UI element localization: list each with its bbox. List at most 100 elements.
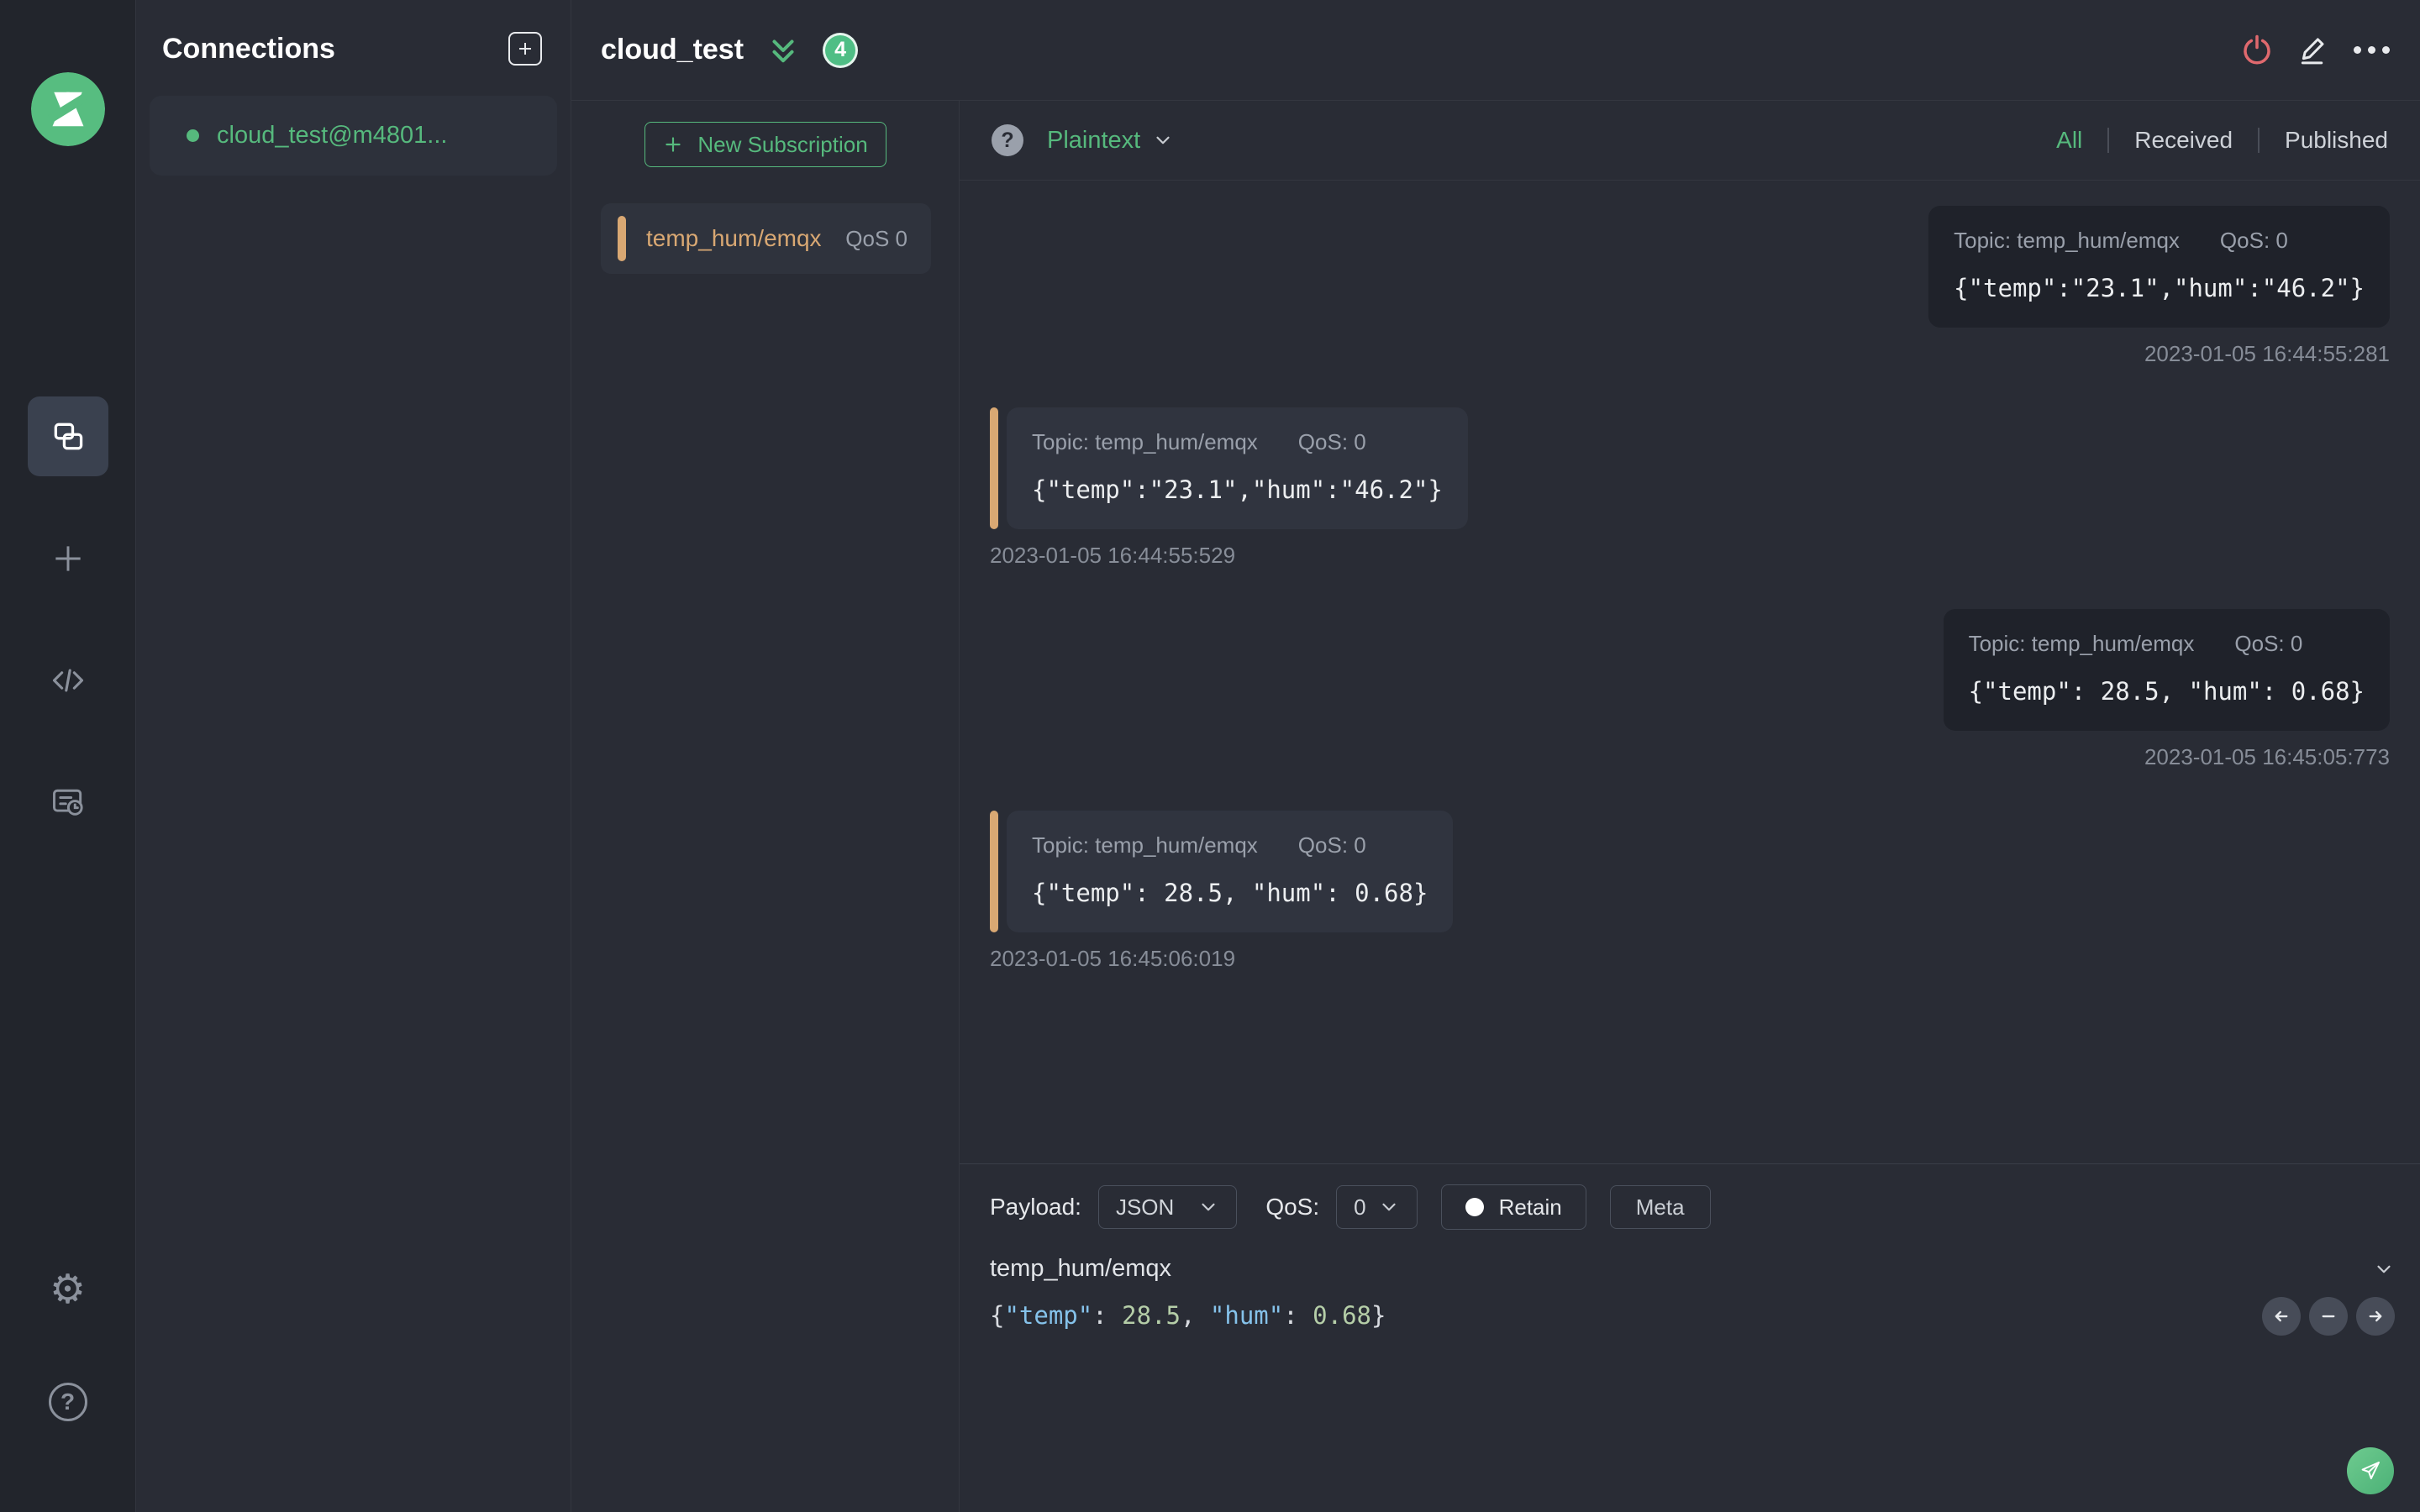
message-bubble[interactable]: Topic: temp_hum/emqx QoS: 0 {"temp":"23.… [1007,407,1468,529]
new-subscription-button[interactable]: New Subscription [644,122,886,167]
message-received: Topic: temp_hum/emqx QoS: 0 {"temp":"23.… [990,407,2390,569]
message-bubble[interactable]: Topic: temp_hum/emqx QoS: 0 {"temp":"23.… [1928,206,2390,328]
plus-icon [666,137,681,152]
message-payload: {"temp": 28.5, "hum": 0.68} [1032,879,1428,907]
plus-icon [55,545,81,571]
subscription-qos: QoS 0 [845,225,908,251]
sidebar-item-new-connection[interactable] [28,518,108,598]
editor-token: : [1283,1301,1313,1330]
editor-token: "temp" [1004,1301,1093,1330]
message-timestamp: 2023-01-05 16:45:06:019 [990,946,1236,971]
payload-editor[interactable]: {"temp": 28.5, "hum": 0.68} [960,1301,2420,1330]
send-button[interactable] [2347,1447,2394,1494]
publish-area: Payload: JSON QoS: 0 Retain Meta temp_hu… [960,1163,2420,1512]
message-meta: Topic: temp_hum/emqx QoS: 0 [1954,228,2365,254]
plus-icon [519,43,531,55]
subscription-item[interactable]: temp_hum/emqx QoS 0 [601,203,931,274]
filter-separator [2258,128,2260,153]
message-bubble-wrap: Topic: temp_hum/emqx QoS: 0 {"temp": 28.… [990,811,1454,932]
collapse-chevrons-icon[interactable] [765,33,801,68]
filter-received[interactable]: Received [2134,127,2233,154]
payload-format-select[interactable]: JSON [1097,1185,1238,1229]
editor-token: 0.68 [1313,1301,1371,1330]
power-icon [2244,34,2270,65]
disconnect-button[interactable] [2238,32,2275,69]
chevron-down-icon [1202,1203,1215,1211]
messages-column: ? Plaintext All Received Published Topic… [960,101,2420,1512]
message-meta: Topic: temp_hum/emqx QoS: 0 [1032,832,1428,858]
message-published: Topic: temp_hum/emqx QoS: 0 {"temp": 28.… [990,609,2390,770]
history-next-button[interactable] [2356,1297,2395,1336]
message-qos: QoS: 0 [2219,228,2288,253]
publish-toolbar: Payload: JSON QoS: 0 Retain Meta [960,1164,2420,1230]
retain-label: Retain [1498,1194,1562,1220]
history-clear-button[interactable] [2309,1297,2348,1336]
arrow-left-icon [2275,1310,2288,1322]
connections-icon [54,423,82,449]
editor-token: 28.5 [1122,1301,1181,1330]
message-payload: {"temp":"23.1","hum":"46.2"} [1032,475,1443,504]
message-topic: Topic: temp_hum/emqx [1032,429,1258,454]
add-connection-button[interactable] [508,32,542,66]
filter-published[interactable]: Published [2285,127,2388,154]
subscription-count-badge: 4 [823,32,859,68]
meta-button[interactable]: Meta [1609,1185,1711,1229]
sidebar-item-log[interactable] [28,762,108,842]
connection-status-dot [187,129,199,142]
chevron-down-icon[interactable] [1152,129,1174,151]
content-area: New Subscription temp_hum/emqx QoS 0 ? P… [571,101,2420,1512]
sidebar-item-connections[interactable] [27,396,108,476]
help-icon[interactable]: ? [48,1383,87,1421]
edit-connection-button[interactable] [2296,32,2333,69]
subscriptions-column: New Subscription temp_hum/emqx QoS 0 [571,101,960,1512]
retain-toggle[interactable]: Retain [1440,1184,1586,1230]
message-color-bar [990,811,998,932]
message-qos: QoS: 0 [2234,631,2303,656]
settings-icon[interactable]: ⚙ [50,1270,86,1310]
connections-title: Connections [162,32,335,65]
chevron-down-icon [1382,1203,1396,1211]
subscription-color-bar [618,216,626,261]
qos-select[interactable]: 0 [1336,1185,1418,1229]
topic-row: temp_hum/emqx [960,1255,2420,1283]
payload-format-label: Payload: [990,1194,1081,1220]
message-topic: Topic: temp_hum/emqx [1954,228,2180,253]
mqttx-logo-icon [30,72,105,146]
message-topic: Topic: temp_hum/emqx [1968,631,2195,656]
pencil-icon [2301,37,2324,64]
messages-toolbar: ? Plaintext All Received Published [960,101,2420,181]
app-sidebar: ⚙ ? [0,0,136,1512]
message-bubble[interactable]: Topic: temp_hum/emqx QoS: 0 {"temp": 28.… [1943,609,2390,731]
connection-item[interactable]: cloud_test@m4801... [150,96,557,176]
payload-type-dropdown[interactable]: Plaintext [1047,127,1140,155]
message-bubble-wrap: Topic: temp_hum/emqx QoS: 0 {"temp":"23.… [990,407,1468,529]
connection-name: cloud_test@m4801... [217,122,448,149]
message-timestamp: 2023-01-05 16:44:55:281 [2144,341,2390,366]
message-published: Topic: temp_hum/emqx QoS: 0 {"temp":"23.… [990,206,2390,367]
topic-input[interactable]: temp_hum/emqx [990,1255,1171,1283]
ellipsis-icon [2353,46,2390,54]
minus-icon [2322,1315,2335,1318]
message-meta: Topic: temp_hum/emqx QoS: 0 [1969,631,2365,657]
code-icon [52,669,83,691]
message-received: Topic: temp_hum/emqx QoS: 0 {"temp": 28.… [990,811,2390,972]
payload-format-value: JSON [1115,1194,1175,1220]
message-list: Topic: temp_hum/emqx QoS: 0 {"temp":"23.… [960,181,2420,1163]
history-prev-button[interactable] [2262,1297,2301,1336]
filter-all[interactable]: All [2056,127,2082,154]
message-bubble[interactable]: Topic: temp_hum/emqx QoS: 0 {"temp": 28.… [1007,811,1454,932]
subscription-topic: temp_hum/emqx [646,225,822,251]
message-timestamp: 2023-01-05 16:44:55:529 [990,543,1236,568]
editor-token: : [1092,1301,1123,1330]
more-options-button[interactable] [2353,32,2390,69]
message-filters: All Received Published [2056,127,2388,154]
filter-separator [2107,128,2110,153]
message-timestamp: 2023-01-05 16:45:05:773 [2144,744,2390,769]
editor-token: "hum" [1209,1301,1284,1330]
payload-type-help-icon[interactable]: ? [992,124,1023,156]
arrow-right-icon [2369,1310,2382,1322]
editor-token: , [1181,1301,1210,1330]
connection-header: cloud_test 4 [571,0,2420,101]
sidebar-item-script[interactable] [28,640,108,720]
chevron-down-icon[interactable] [2373,1258,2395,1280]
